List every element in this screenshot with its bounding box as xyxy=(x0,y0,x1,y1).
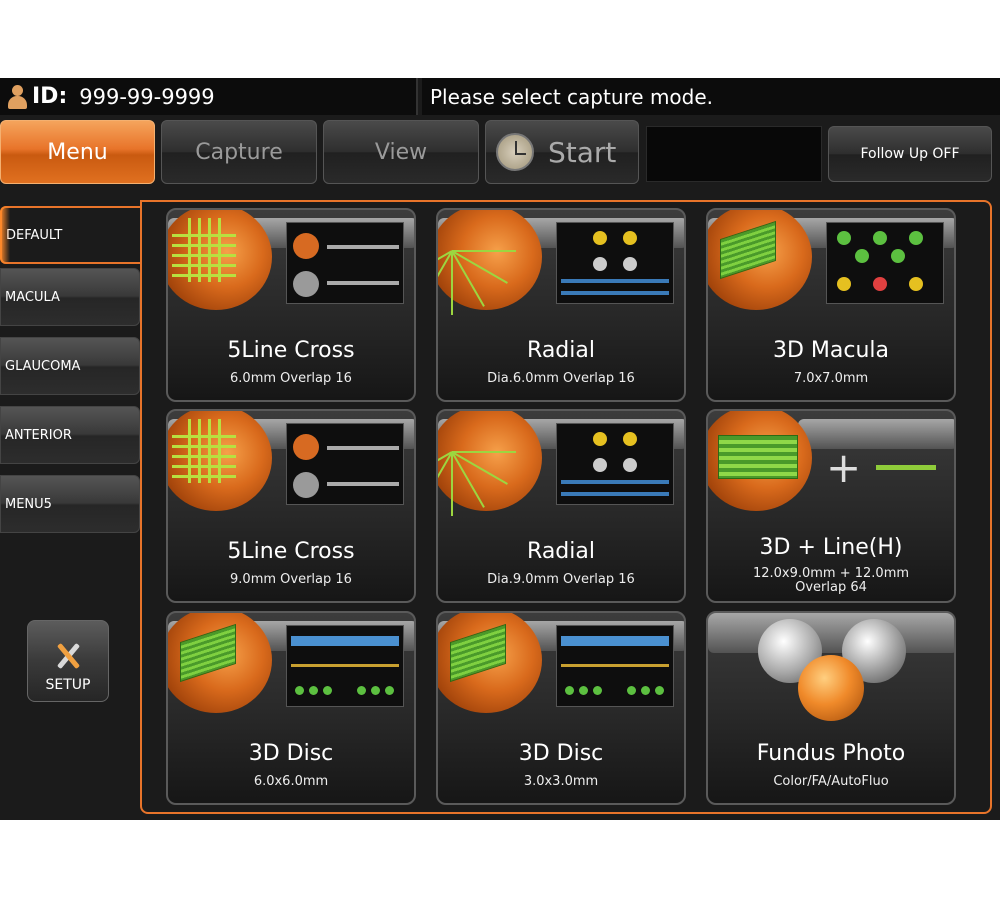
card-subtitle: Dia.6.0mm Overlap 16 xyxy=(487,371,635,386)
3d-macula-scan-icon xyxy=(708,210,812,310)
card-subtitle: 6.0mm Overlap 16 xyxy=(230,371,352,386)
tab-menu[interactable]: Menu xyxy=(0,120,155,184)
card-title: Fundus Photo xyxy=(756,741,906,766)
capture-mode-card[interactable]: Radial Dia.6.0mm Overlap 16 xyxy=(436,208,686,402)
capture-mode-panel: 5Line Cross 6.0mm Overlap 16 Radial Dia.… xyxy=(140,200,992,814)
start-button[interactable]: Start xyxy=(485,120,639,184)
3d-disc-scan-icon xyxy=(168,613,272,713)
capture-mode-card[interactable]: Radial Dia.9.0mm Overlap 16 xyxy=(436,409,686,603)
capture-mode-card[interactable]: + 3D + Line(H) 12.0x9.0mm + 12.0mm Overl… xyxy=(706,409,956,603)
follow-up-toggle-button[interactable]: Follow Up OFF xyxy=(828,126,992,182)
card-subtitle: 9.0mm Overlap 16 xyxy=(230,572,352,587)
capture-mode-card[interactable]: 3D Disc 6.0x6.0mm xyxy=(166,611,416,805)
sidebar-item-macula[interactable]: MACULA xyxy=(0,268,140,326)
card-subtitle: 7.0x7.0mm xyxy=(793,371,869,386)
card-subtitle-second-line: Overlap 64 xyxy=(795,580,867,595)
line-scan-icon xyxy=(876,465,936,470)
start-label: Start xyxy=(548,135,617,169)
3d-plus-line-scan-icon xyxy=(708,411,812,511)
card-subtitle: 3.0x3.0mm xyxy=(523,774,599,789)
clock-icon xyxy=(496,133,534,171)
status-message: Please select capture mode. xyxy=(422,78,1000,115)
user-icon xyxy=(6,83,28,111)
capture-mode-card[interactable]: 5Line Cross 9.0mm Overlap 16 xyxy=(166,409,416,603)
card-title: 5Line Cross xyxy=(227,338,355,363)
scan-preview-thumbnail xyxy=(556,222,674,304)
id-label: ID: xyxy=(32,84,68,109)
capture-mode-card[interactable]: 5Line Cross 6.0mm Overlap 16 xyxy=(166,208,416,402)
sidebar-item-label: GLAUCOMA xyxy=(5,358,81,374)
blank-display-area xyxy=(646,126,822,182)
card-title: Radial xyxy=(527,539,595,564)
sidebar-item-label: ANTERIOR xyxy=(5,427,72,443)
sidebar-item-menu5[interactable]: MENU5 xyxy=(0,475,140,533)
sidebar-item-label: MENU5 xyxy=(5,496,52,512)
radial-scan-icon xyxy=(438,411,542,516)
sidebar-item-label: DEFAULT xyxy=(6,227,63,243)
patient-id-value[interactable]: 999-99-9999 xyxy=(79,85,214,109)
card-subtitle: 12.0x9.0mm + 12.0mm xyxy=(752,566,910,581)
tab-view[interactable]: View xyxy=(323,120,479,184)
scan-preview-thumbnail xyxy=(826,222,944,304)
scan-preview-thumbnail xyxy=(556,625,674,707)
scan-preview-thumbnail xyxy=(286,423,404,505)
five-line-cross-scan-icon xyxy=(168,210,272,310)
card-subtitle: 6.0x6.0mm xyxy=(253,774,329,789)
sidebar-item-anterior[interactable]: ANTERIOR xyxy=(0,406,140,464)
tab-capture[interactable]: Capture xyxy=(161,120,317,184)
capture-mode-card[interactable]: 3D Macula 7.0x7.0mm xyxy=(706,208,956,402)
sidebar-item-default[interactable]: DEFAULT xyxy=(0,206,142,264)
card-title: 3D Macula xyxy=(772,338,890,363)
card-subtitle: Dia.9.0mm Overlap 16 xyxy=(487,572,635,587)
capture-mode-card[interactable]: 3D Disc 3.0x3.0mm xyxy=(436,611,686,805)
setup-button[interactable]: SETUP xyxy=(27,620,109,702)
setup-label: SETUP xyxy=(45,677,91,693)
five-line-cross-scan-icon xyxy=(168,411,272,511)
scan-preview-thumbnail xyxy=(286,625,404,707)
sidebar-item-label: MACULA xyxy=(5,289,60,305)
scan-preview-thumbnail xyxy=(556,423,674,505)
scan-preview-thumbnail xyxy=(286,222,404,304)
card-subtitle: Color/FA/AutoFluo xyxy=(773,774,889,789)
plus-icon: + xyxy=(826,443,862,492)
card-title: Radial xyxy=(527,338,595,363)
3d-disc-scan-icon xyxy=(438,613,542,713)
radial-scan-icon xyxy=(438,210,542,315)
patient-id-bar: ID: 999-99-9999 xyxy=(0,78,418,115)
card-title: 3D Disc xyxy=(248,741,334,766)
capture-mode-card[interactable]: Fundus Photo Color/FA/AutoFluo xyxy=(706,611,956,805)
capture-mode-screen: ID: 999-99-9999 Please select capture mo… xyxy=(0,78,1000,820)
tools-icon xyxy=(51,641,85,671)
card-title: 3D Disc xyxy=(518,741,604,766)
card-title: 5Line Cross xyxy=(227,539,355,564)
sidebar-item-glaucoma[interactable]: GLAUCOMA xyxy=(0,337,140,395)
card-title: 3D + Line(H) xyxy=(759,535,903,560)
